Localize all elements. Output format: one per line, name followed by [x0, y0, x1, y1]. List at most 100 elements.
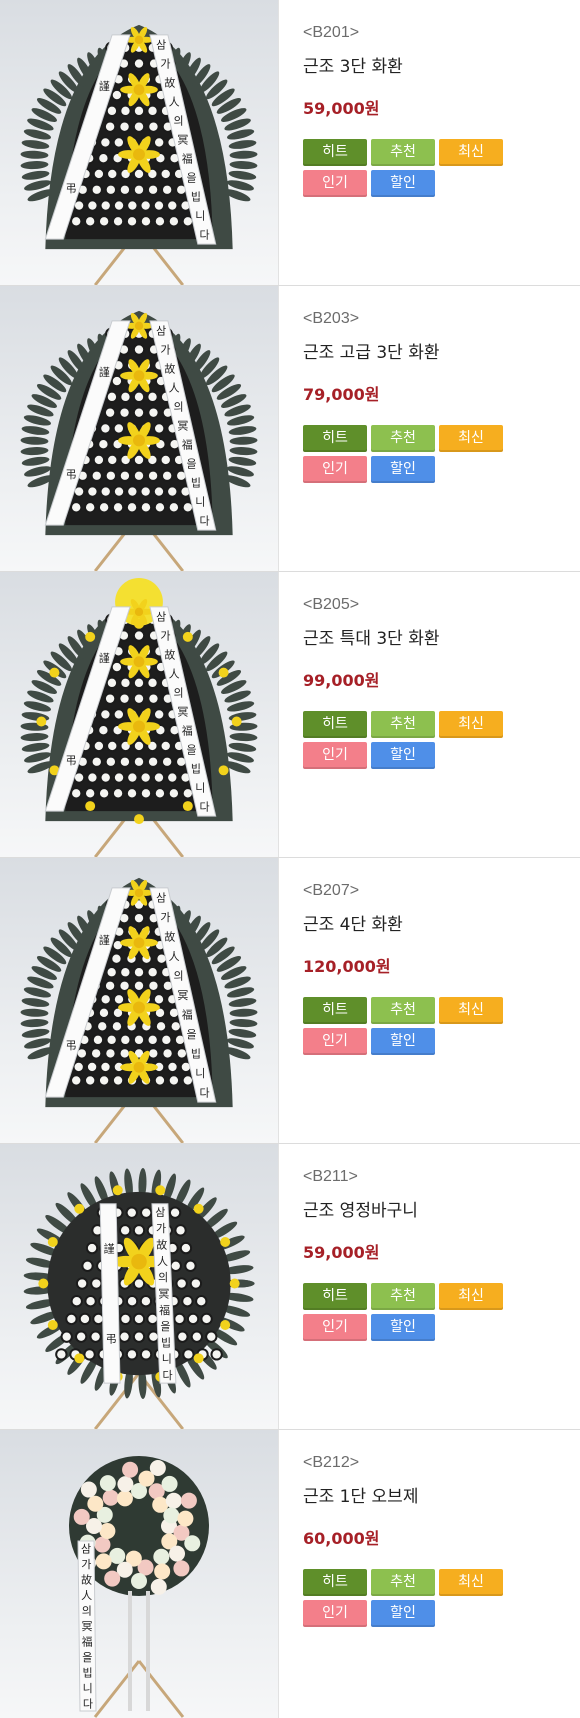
svg-text:삼: 삼	[156, 324, 166, 337]
badge-new: 최신	[439, 425, 503, 452]
product-name[interactable]: 근조 3단 화환	[303, 52, 580, 77]
product-list: 謹弔삼가故人의冥福을빕니다 <B201> 근조 3단 화환 59,000원 히트…	[0, 0, 580, 1718]
wreath-image[interactable]: 謹弔 삼가故人의冥福을빕니다	[0, 286, 278, 571]
badge-popular: 인기	[303, 456, 367, 483]
badge-new: 최신	[439, 711, 503, 738]
wreath-image[interactable]: 謹弔 삼가故人의冥福을빕니다	[0, 0, 278, 285]
svg-text:다: 다	[162, 1369, 172, 1382]
svg-text:人: 人	[169, 950, 180, 963]
svg-text:니: 니	[195, 1067, 205, 1080]
wreath-image[interactable]: 謹弔 삼가故人의冥福을빕니다	[0, 1144, 278, 1429]
badge-group: 히트 추천 최신 인기 할인	[303, 711, 580, 769]
badge-group: 히트 추천 최신 인기 할인	[303, 425, 580, 483]
svg-text:가: 가	[160, 57, 170, 70]
product-price: 99,000원	[303, 671, 380, 690]
product-info: <B207> 근조 4단 화환 120,000원 히트 추천 최신 인기 할인	[278, 858, 580, 1143]
badge-new: 최신	[439, 1283, 503, 1310]
badge-sale: 할인	[371, 170, 435, 197]
badge-popular: 인기	[303, 1028, 367, 1055]
svg-text:福: 福	[182, 152, 193, 166]
product-item[interactable]: 謹弔 삼가故人의冥福을빕니다 <B207> 근조 4단 화환 120,000원 히…	[0, 858, 580, 1144]
svg-text:謹: 謹	[104, 1242, 115, 1256]
svg-text:謹: 謹	[99, 79, 110, 93]
svg-text:故: 故	[164, 647, 175, 661]
product-name[interactable]: 근조 1단 오브제	[303, 1482, 580, 1507]
svg-text:을: 을	[187, 458, 197, 471]
svg-text:다: 다	[83, 1697, 93, 1710]
product-item[interactable]: 삼가故人의冥福을빕니다 <B212> 근조 1단 오브제 60,000원 히트 …	[0, 1430, 580, 1718]
svg-text:빕: 빕	[191, 477, 201, 490]
badge-recommend: 추천	[371, 711, 435, 738]
badge-hit: 히트	[303, 997, 367, 1024]
product-name[interactable]: 근조 고급 3단 화환	[303, 338, 580, 363]
svg-text:冥: 冥	[177, 419, 188, 432]
product-item[interactable]: 謹弔 삼가故人의冥福을빕니다 <B201> 근조 3단 화환 59,000원 히트…	[0, 0, 580, 286]
svg-text:가: 가	[160, 629, 170, 642]
svg-text:을: 을	[160, 1320, 170, 1333]
svg-text:을: 을	[187, 1028, 197, 1041]
svg-text:故: 故	[81, 1573, 92, 1587]
svg-text:弔: 弔	[66, 182, 77, 195]
svg-text:福: 福	[182, 1007, 193, 1021]
badge-recommend: 추천	[371, 425, 435, 452]
product-info: <B211> 근조 영정바구니 59,000원 히트 추천 최신 인기 할인	[278, 1144, 580, 1429]
product-name[interactable]: 근조 영정바구니	[303, 1196, 580, 1221]
svg-text:다: 다	[200, 1086, 210, 1099]
svg-text:의: 의	[158, 1271, 168, 1284]
svg-text:의: 의	[173, 114, 183, 127]
product-code: <B207>	[303, 882, 360, 899]
svg-text:福: 福	[182, 438, 193, 452]
svg-text:弔: 弔	[66, 468, 77, 481]
product-code: <B203>	[303, 310, 360, 327]
svg-text:冥: 冥	[177, 989, 188, 1002]
svg-text:니: 니	[162, 1353, 172, 1366]
badge-new: 최신	[439, 1569, 503, 1596]
product-info: <B203> 근조 고급 3단 화환 79,000원 히트 추천 최신 인기 할…	[278, 286, 580, 571]
svg-text:다: 다	[200, 229, 210, 242]
product-name[interactable]: 근조 4단 화환	[303, 910, 580, 935]
badge-hit: 히트	[303, 1569, 367, 1596]
wreath-illustration: 謹弔 삼가故人의冥福을빕니다	[23, 1167, 255, 1429]
svg-text:謹: 謹	[99, 365, 110, 379]
wreath-image[interactable]: 謹弔 삼가故人의冥福을빕니다	[0, 572, 278, 857]
product-code: <B201>	[303, 24, 360, 41]
svg-text:니: 니	[195, 496, 205, 509]
svg-text:니: 니	[195, 782, 205, 795]
svg-text:의: 의	[173, 400, 183, 413]
badge-hit: 히트	[303, 711, 367, 738]
badge-hit: 히트	[303, 425, 367, 452]
svg-text:의: 의	[173, 686, 183, 699]
wreath-image[interactable]: 삼가故人의冥福을빕니다	[0, 1430, 278, 1718]
svg-text:의: 의	[82, 1605, 92, 1618]
svg-text:을: 을	[187, 172, 197, 185]
product-info: <B212> 근조 1단 오브제 60,000원 히트 추천 최신 인기 할인	[278, 1430, 580, 1718]
svg-text:冥: 冥	[82, 1620, 93, 1633]
svg-text:弔: 弔	[106, 1332, 117, 1345]
svg-text:福: 福	[159, 1303, 170, 1317]
svg-text:福: 福	[82, 1634, 93, 1648]
svg-text:빕: 빕	[191, 1047, 201, 1060]
badge-recommend: 추천	[371, 1283, 435, 1310]
badge-recommend: 추천	[371, 1569, 435, 1596]
badge-recommend: 추천	[371, 997, 435, 1024]
badge-group: 히트 추천 최신 인기 할인	[303, 997, 580, 1055]
svg-text:冥: 冥	[158, 1287, 169, 1300]
wreath-image[interactable]: 謹弔 삼가故人의冥福을빕니다	[0, 858, 278, 1143]
product-item[interactable]: 謹弔 삼가故人의冥福을빕니다 <B203> 근조 고급 3단 화환 79,000원…	[0, 286, 580, 572]
product-item[interactable]: 謹弔 삼가故人의冥福을빕니다 <B205> 근조 특대 3단 화환 99,000원…	[0, 572, 580, 858]
badge-sale: 할인	[371, 1028, 435, 1055]
badge-popular: 인기	[303, 1314, 367, 1341]
product-name[interactable]: 근조 특대 3단 화환	[303, 624, 580, 649]
product-item[interactable]: 謹弔 삼가故人의冥福을빕니다 <B211> 근조 영정바구니 59,000원 히트…	[0, 1144, 580, 1430]
svg-text:을: 을	[187, 744, 197, 757]
badge-hit: 히트	[303, 139, 367, 166]
badge-new: 최신	[439, 139, 503, 166]
svg-text:삼: 삼	[156, 38, 166, 51]
svg-text:人: 人	[169, 95, 180, 108]
badge-group: 히트 추천 최신 인기 할인	[303, 1569, 580, 1627]
svg-text:故: 故	[164, 75, 175, 89]
svg-text:冥: 冥	[177, 705, 188, 718]
badge-popular: 인기	[303, 170, 367, 197]
product-price: 60,000원	[303, 1529, 380, 1548]
svg-text:을: 을	[82, 1651, 92, 1664]
